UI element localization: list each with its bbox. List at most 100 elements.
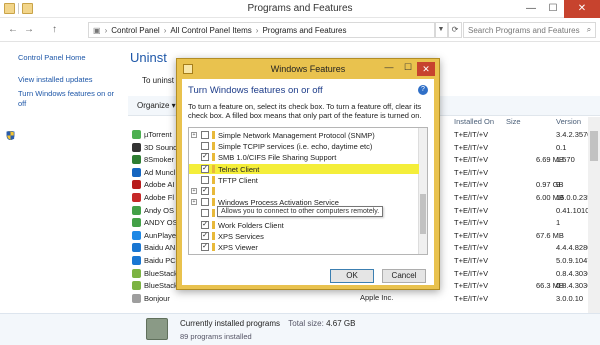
feature-checkbox[interactable] — [201, 198, 209, 207]
view-installed-updates-link[interactable]: View installed updates — [18, 75, 93, 84]
feature-item[interactable]: TFTP Client — [189, 175, 419, 185]
program-count: 89 programs installed — [180, 332, 252, 341]
feature-item[interactable]: ✓ XPS Services — [189, 231, 419, 241]
program-icon — [132, 256, 141, 265]
feature-checkbox[interactable]: ✓ — [201, 187, 209, 195]
feature-checkbox[interactable] — [201, 131, 209, 139]
feature-checkbox[interactable]: ✓ — [201, 243, 209, 251]
feature-item[interactable]: ✓ XPS Viewer — [189, 242, 419, 252]
close-button[interactable]: ✕ — [564, 0, 600, 18]
feature-checkbox[interactable]: ✓ — [201, 231, 209, 240]
program-icon — [132, 180, 141, 190]
minimize-button[interactable]: — — [520, 0, 542, 18]
program-name: 8Smoker — [144, 155, 175, 165]
program-list-scrollbar[interactable] — [588, 117, 600, 313]
column-header-installed[interactable]: Installed On — [454, 117, 494, 126]
help-icon[interactable]: ? — [418, 85, 428, 95]
program-publisher: Apple Inc. — [360, 293, 394, 302]
feature-checkbox[interactable]: ✓ — [201, 220, 209, 229]
breadcrumb-control-panel[interactable]: Control Panel — [111, 26, 159, 35]
feature-checkbox[interactable] — [201, 142, 209, 151]
column-header-size[interactable]: Size — [506, 117, 521, 126]
up-button[interactable]: ↑ — [52, 24, 57, 35]
program-name: Adobe AI — [144, 180, 175, 190]
control-panel-home-link[interactable]: Control Panel Home — [18, 53, 86, 62]
folder-icon — [212, 175, 215, 184]
program-version: 0.8.4.3036 — [556, 281, 592, 291]
program-name: 3D Sound — [144, 142, 178, 152]
program-installed-on: T+E/IT/+V — [454, 256, 489, 265]
program-name: Bonjour — [144, 293, 170, 303]
feature-item[interactable]: ✓ Work Folders Client — [189, 220, 419, 230]
features-scrollbar-thumb[interactable] — [420, 194, 426, 234]
feature-checkbox[interactable]: ✓ — [201, 153, 209, 162]
program-row[interactable]: Bonjour T+E/IT/+V 3.0.0.10 — [128, 293, 588, 304]
search-input[interactable]: Search Programs and Features ⌕ — [463, 22, 596, 38]
program-name: Adobe Fl — [144, 193, 175, 202]
page-subtitle: To uninst — [142, 76, 175, 85]
feature-checkbox[interactable] — [201, 209, 209, 218]
feature-item[interactable]: Simple TCPIP services (i.e. echo, daytim… — [189, 141, 419, 151]
total-size-label: Total size: — [288, 319, 324, 328]
windows-features-dialog: Windows Features — ☐ ✕ Turn Windows feat… — [176, 58, 440, 290]
expand-toggle[interactable]: + — [191, 188, 197, 194]
window-controls: — ☐ ✕ — [520, 0, 600, 18]
organize-button[interactable]: Organize ▾ — [137, 101, 176, 110]
dialog-description: To turn a feature on, select its check b… — [188, 102, 422, 120]
program-name: BlueStack — [144, 268, 178, 278]
back-button[interactable]: ← — [8, 24, 18, 35]
program-installed-on: T+E/IT/+V — [454, 243, 489, 253]
program-name: Andy OS — [144, 205, 175, 215]
feature-label: Simple TCPIP services (i.e. echo, daytim… — [218, 142, 373, 152]
windows-features-link-line2[interactable]: off — [18, 99, 26, 108]
program-icon — [132, 243, 141, 253]
program-name: Baidu PC — [144, 256, 176, 265]
program-installed-on: T+E/IT/+V — [454, 167, 489, 177]
left-panel: Control Panel Home View installed update… — [0, 43, 128, 313]
ok-button[interactable]: OK — [330, 269, 374, 283]
refresh-button[interactable]: ⟳ — [448, 22, 462, 38]
program-icon — [132, 268, 141, 278]
dialog-close-button[interactable]: ✕ — [417, 62, 435, 76]
breadcrumb-programs-features[interactable]: Programs and Features — [262, 26, 346, 35]
program-size: 67.6 MB — [536, 230, 564, 240]
expand-toggle[interactable]: + — [191, 132, 197, 138]
maximize-button[interactable]: ☐ — [542, 0, 564, 18]
features-scrollbar[interactable] — [418, 128, 427, 254]
address-dropdown-button[interactable]: ▼ — [434, 22, 448, 38]
scrollbar-thumb[interactable] — [590, 131, 598, 161]
feature-item[interactable]: ✓ Telnet Client — [189, 163, 419, 174]
expand-toggle[interactable]: + — [191, 199, 197, 206]
search-icon[interactable]: ⌕ — [583, 25, 595, 35]
dialog-maximize-button[interactable]: ☐ — [399, 62, 417, 76]
program-version: 1 — [556, 218, 561, 228]
program-version: 5.0.9.1047 — [556, 256, 592, 265]
breadcrumb[interactable]: ▣ › Control Panel › All Control Panel It… — [88, 22, 436, 38]
windows-features-link-line1[interactable]: Turn Windows features on or — [18, 89, 114, 98]
window-title: Programs and Features — [247, 3, 353, 14]
cancel-button[interactable]: Cancel — [382, 269, 426, 283]
program-installed-on: T+E/IT/+V — [454, 205, 489, 215]
folder-icon — [212, 142, 215, 151]
breadcrumb-all-items[interactable]: All Control Panel Items — [170, 26, 251, 35]
feature-item[interactable]: ✓ SMB 1.0/CIFS File Sharing Support — [189, 152, 419, 162]
dialog-minimize-button[interactable]: — — [379, 62, 399, 76]
feature-item[interactable]: + ✓ — [189, 186, 419, 196]
program-installed-on: T+E/IT/+V — [454, 142, 489, 152]
feature-checkbox[interactable] — [201, 175, 209, 184]
breadcrumb-separator: › — [104, 25, 108, 35]
program-icon — [132, 281, 141, 291]
feature-checkbox[interactable]: ✓ — [201, 164, 209, 173]
program-icon — [132, 218, 141, 228]
folder-icon — [212, 243, 215, 251]
forward-button[interactable]: → — [24, 24, 34, 35]
program-icon — [132, 205, 141, 215]
features-tree: + Simple Network Management Protocol (SNM… — [188, 127, 428, 255]
feature-item[interactable]: + Simple Network Management Protocol (SNM… — [189, 130, 419, 140]
program-name: ANDY OS — [144, 218, 178, 228]
column-header-version[interactable]: Version — [556, 117, 581, 126]
program-name: Baidu AN — [144, 243, 176, 253]
control-panel-icon: ▣ — [93, 25, 101, 35]
program-installed-on: T+E/IT/+V — [454, 218, 489, 228]
program-version: 1.570 — [556, 155, 575, 165]
